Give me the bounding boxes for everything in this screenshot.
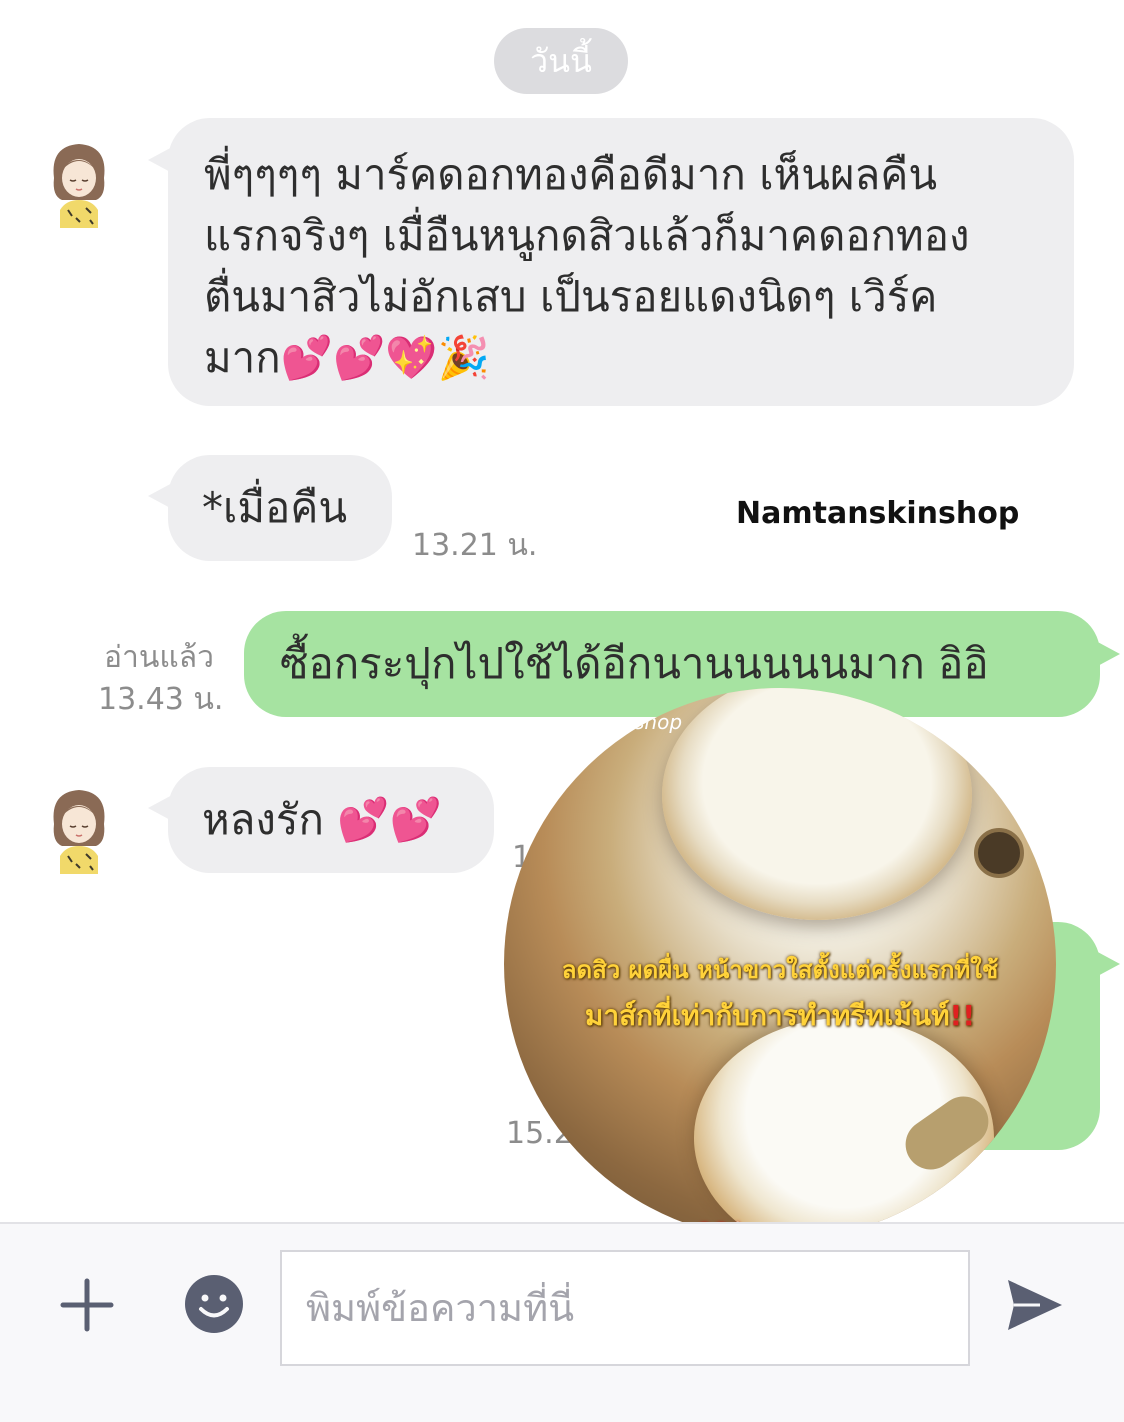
- outgoing-message[interactable]: ซื้อกระปุกไปใช้ได้อีกนานนนนนมาก อิอิ: [244, 611, 1100, 717]
- photo-caption: shop: [634, 710, 683, 734]
- promo-line: มาส์กที่เท่ากับการทำทรีทเม้นท์!!: [504, 994, 1056, 1038]
- incoming-message[interactable]: หลงรัก 💕💕: [168, 767, 494, 873]
- send-button[interactable]: [1004, 1276, 1066, 1334]
- cream-jar-open: [662, 688, 972, 920]
- avatar-girl-icon: [53, 790, 105, 874]
- smiley-icon: [185, 1275, 243, 1333]
- finger-ring: [974, 828, 1024, 878]
- message-timestamp: 13.21 น.: [412, 528, 538, 563]
- emoji-button[interactable]: [184, 1274, 244, 1334]
- incoming-message[interactable]: พี่ๆๆๆๆ มาร์คดอกทองคือดีมาก เห็นผลคืน แร…: [168, 118, 1074, 406]
- promo-text: มาส์กที่เท่ากับการทำทรีทเม้นท์: [584, 999, 950, 1032]
- date-divider: วันนี้: [494, 28, 628, 94]
- contact-avatar[interactable]: [46, 784, 112, 874]
- shop-watermark: Namtanskinshop: [736, 496, 1020, 531]
- avatar-girl-icon: [53, 144, 105, 228]
- promo-line: ลดสิว ผดผื่น หน้าขาวใสตั้งแต่ครั้งแรกที่…: [561, 956, 999, 984]
- read-receipt: อ่านแล้ว: [104, 640, 214, 675]
- message-line: มาก💕💕💖🎉: [204, 333, 490, 382]
- bubble-tail: [1094, 640, 1120, 668]
- incoming-message[interactable]: *เมื่อคืน: [168, 455, 392, 561]
- send-icon: [1008, 1280, 1062, 1330]
- message-input[interactable]: [280, 1250, 970, 1366]
- bubble-tail: [1094, 950, 1120, 978]
- message-text: *เมื่อคืน: [202, 483, 348, 532]
- message-text: หลงรัก 💕💕: [202, 795, 442, 844]
- add-attachment-button[interactable]: [56, 1270, 118, 1340]
- contact-avatar[interactable]: [46, 138, 112, 228]
- message-text: ซื้อกระปุกไปใช้ได้อีกนานนนนนมาก อิอิ: [280, 639, 989, 688]
- message-timestamp: 13.43 น.: [98, 682, 224, 717]
- message-line: แรกจริงๆ เมื่อืนหนูกดสิวแล้วก็มาคดอกทอง: [204, 211, 970, 260]
- message-line: ตื่นมาสิวไม่อักเสบ เป็นรอยแดงนิดๆ เวิร์ค: [204, 272, 938, 321]
- promo-exclaim: !!: [949, 999, 976, 1032]
- plus-icon: [60, 1278, 114, 1332]
- message-line: พี่ๆๆๆๆ มาร์คดอกทองคือดีมาก เห็นผลคืน: [204, 150, 938, 199]
- product-photo: shop ลดสิว ผดผื่น หน้าขาวใสตั้งแต่ครั้งแ…: [504, 688, 1056, 1240]
